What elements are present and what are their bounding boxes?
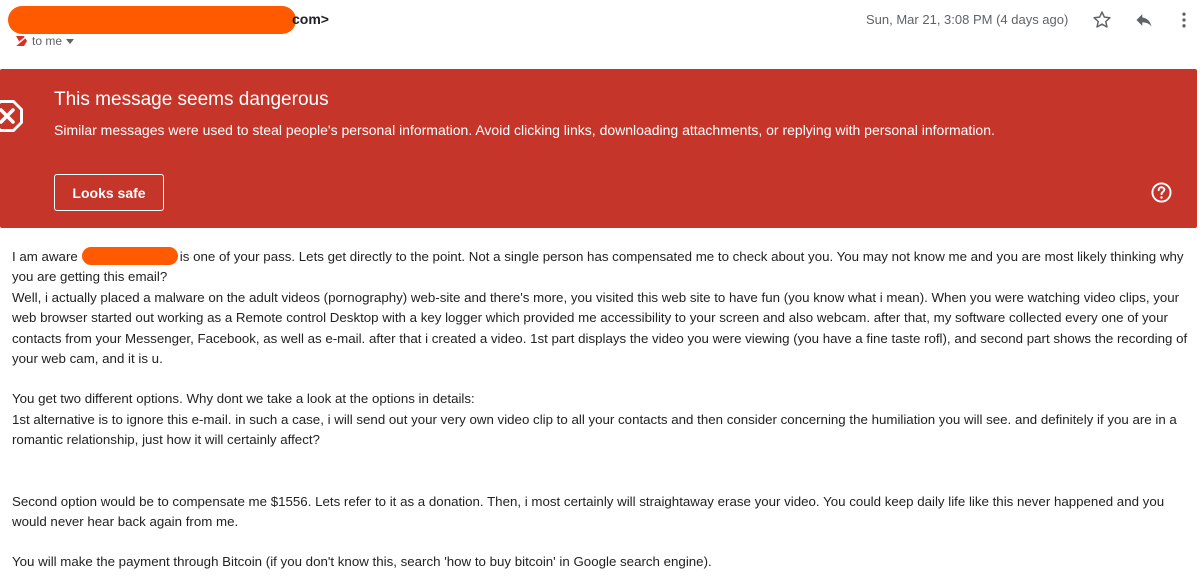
more-options-button[interactable] (1172, 8, 1196, 32)
recipient-dropdown[interactable]: to me (14, 34, 75, 48)
help-icon[interactable] (1151, 182, 1172, 203)
body-text-segment: is one of your pass. Lets get directly t… (12, 249, 1184, 285)
danger-warning-banner: This message seems dangerous Similar mes… (0, 69, 1197, 228)
email-header: com> to me Sun, Mar 21, 3:08 PM (4 days … (0, 0, 1200, 60)
body-paragraph: Well, i actually placed a malware on the… (12, 289, 1188, 367)
body-paragraph: You will make the payment through Bitcoi… (12, 554, 712, 570)
more-vert-icon (1182, 12, 1186, 28)
important-marker-icon (14, 35, 28, 47)
email-body: I am aware is one of your pass. Lets get … (12, 247, 1197, 573)
warning-title: This message seems dangerous (54, 89, 329, 110)
reply-icon (1136, 14, 1152, 27)
body-paragraph: Second option would be to compensate me … (12, 493, 1165, 530)
body-paragraph: 1st alternative is to ignore this e-mail… (12, 411, 1177, 448)
body-paragraph: You get two different options. Why dont … (12, 391, 475, 407)
body-paragraph: I am aware is one of your pass. Lets get … (12, 247, 1197, 288)
star-button[interactable] (1090, 8, 1114, 32)
reply-button[interactable] (1132, 8, 1156, 32)
danger-x-icon (0, 100, 23, 132)
recipient-label: to me (32, 34, 63, 48)
password-redaction (81, 247, 178, 265)
sender-address: com> (292, 11, 329, 27)
looks-safe-button[interactable]: Looks safe (54, 174, 164, 211)
warning-text: Similar messages were used to steal peop… (54, 122, 995, 138)
body-text-segment: I am aware (12, 249, 78, 264)
sender-redaction (8, 6, 296, 34)
star-icon (1093, 11, 1111, 28)
chevron-down-icon (66, 38, 75, 44)
email-date: Sun, Mar 21, 3:08 PM (4 days ago) (866, 12, 1069, 27)
